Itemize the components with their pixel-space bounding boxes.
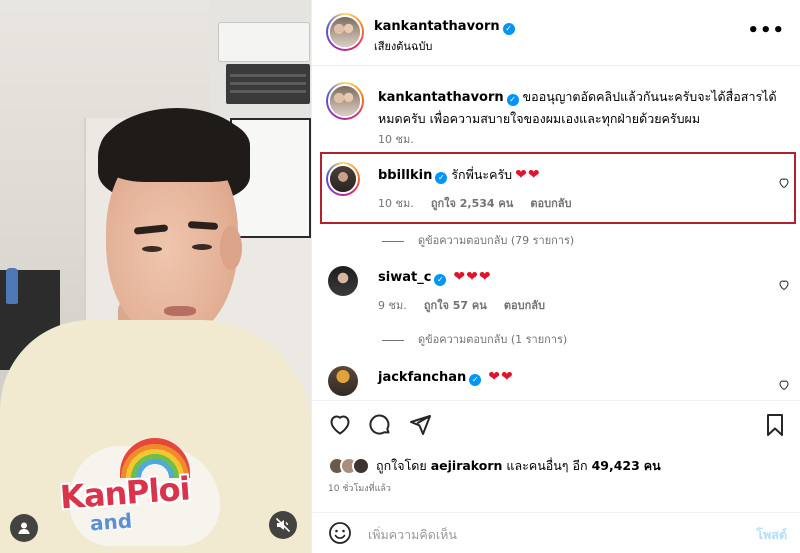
commenter-avatar[interactable]: [326, 162, 360, 196]
emoji-icon: [329, 522, 351, 544]
save-button[interactable]: [764, 413, 786, 441]
caption-body: kankantathavorn ✓ ขออนุญาตอัดคลิปแล้วกันน…: [378, 86, 778, 129]
verified-icon: ✓: [434, 274, 447, 286]
user-icon: [18, 522, 30, 534]
post-actions: ถูกใจโดย aejirakorn และคนอื่นๆ อีก 49,42…: [312, 400, 800, 512]
post-header: kankantathavorn ✓ เสียงต้นฉบับ •••: [312, 0, 800, 66]
audio-label[interactable]: เสียงต้นฉบับ: [374, 37, 432, 55]
bookmark-icon: [767, 414, 783, 436]
post-comment-button[interactable]: โพสต์: [756, 525, 787, 545]
share-button[interactable]: [408, 413, 432, 441]
comment-username[interactable]: bbillkin: [378, 168, 432, 183]
heart-outline-icon: [779, 280, 789, 291]
comment-item: siwat_c ✓ ❤❤❤ 9 ชม. ถูกใจ 57 คน ตอบกลับ: [326, 264, 796, 314]
comment-time[interactable]: 9 ชม.: [378, 299, 407, 312]
comment-body: siwat_c ✓ ❤❤❤: [378, 268, 492, 287]
heart-emoji: ❤❤❤: [453, 269, 492, 285]
comment-likes[interactable]: ถูกใจ 57 คน: [424, 299, 487, 312]
person-ear: [220, 226, 242, 270]
person-hair-top: [100, 112, 250, 182]
commenter-avatar[interactable]: [328, 366, 358, 396]
send-icon: [410, 415, 431, 435]
person-eye-right: [192, 244, 212, 250]
likes-count[interactable]: 49,423: [592, 458, 640, 473]
comment-body: bbillkin ✓ รักพี่นะครับ ❤❤: [378, 166, 541, 185]
comment-item: jackfanchan ✓ ❤❤: [326, 364, 796, 398]
replies-line: [382, 339, 404, 341]
comment-input[interactable]: เพิ่มความคิดเห็น: [368, 525, 457, 545]
view-replies-button[interactable]: ดูข้อความตอบกลับ (1 รายการ): [382, 330, 567, 348]
replies-line: [382, 240, 404, 242]
comment-likes[interactable]: ถูกใจ 2,534 คน: [431, 197, 513, 210]
like-comment-button[interactable]: [778, 174, 790, 193]
heart-outline-icon: [779, 380, 789, 391]
like-comment-button[interactable]: [778, 276, 790, 295]
comment-time[interactable]: 10 ชม.: [378, 197, 414, 210]
commenter-avatar[interactable]: [328, 266, 358, 296]
comment-text: รักพี่นะครับ: [451, 167, 513, 182]
speaker-muted-icon: [275, 517, 291, 533]
likes-summary: ถูกใจโดย aejirakorn และคนอื่นๆ อีก 49,42…: [328, 456, 661, 476]
post-time-ago[interactable]: 10 ชั่วโมงที่แล้ว: [328, 481, 391, 495]
likes-suffix: คน: [643, 458, 661, 473]
tagged-user-button[interactable]: [10, 514, 38, 542]
author-avatar[interactable]: [326, 13, 364, 51]
likes-text[interactable]: ถูกใจโดย aejirakorn และคนอื่นๆ อีก 49,42…: [376, 456, 661, 476]
author-username[interactable]: kankantathavorn: [374, 19, 500, 34]
verified-icon: ✓: [506, 94, 519, 106]
heart-emoji: ❤❤: [488, 369, 514, 385]
air-conditioner-unit: [226, 64, 310, 104]
like-button[interactable]: [328, 413, 352, 441]
verified-icon: ✓: [469, 374, 482, 386]
heart-outline-icon: [779, 178, 789, 189]
add-comment-bar: เพิ่มความคิดเห็น โพสต์: [312, 512, 800, 553]
emoji-button[interactable]: [328, 521, 352, 549]
comment-body: jackfanchan ✓ ❤❤: [378, 368, 514, 387]
view-replies-button[interactable]: ดูข้อความตอบกลับ (79 รายการ): [382, 231, 574, 249]
verified-icon: ✓: [502, 23, 515, 35]
caption-timestamp[interactable]: 10 ชม.: [378, 130, 414, 148]
mute-button[interactable]: [269, 511, 297, 539]
liker-avatar: [352, 457, 370, 475]
heart-icon: [330, 415, 350, 435]
comment-username[interactable]: siwat_c: [378, 270, 431, 285]
caption-username[interactable]: kankantathavorn: [378, 90, 504, 105]
caption-avatar[interactable]: [326, 82, 364, 120]
person-eye-left: [142, 246, 162, 252]
comment-meta: 9 ชม. ถูกใจ 57 คน ตอบกลับ: [378, 294, 557, 314]
comment-icon: [369, 414, 390, 435]
verified-icon: ✓: [435, 172, 448, 184]
comment-username[interactable]: jackfanchan: [378, 370, 466, 385]
likes-user[interactable]: aejirakorn: [431, 458, 503, 473]
view-replies-label: ดูข้อความตอบกลับ (79 รายการ): [418, 234, 575, 247]
air-conditioner: [218, 22, 310, 62]
comment-item: bbillkin ✓ รักพี่นะครับ ❤❤ 10 ชม. ถูกใจ 2,…: [326, 162, 796, 222]
like-comment-button[interactable]: [778, 376, 790, 395]
more-options-icon[interactable]: •••: [747, 22, 785, 40]
author-name-row: kankantathavorn ✓: [374, 15, 515, 35]
reply-button[interactable]: ตอบกลับ: [504, 299, 545, 312]
likes-prefix: ถูกใจโดย: [376, 458, 427, 473]
view-replies-label: ดูข้อความตอบกลับ (1 รายการ): [418, 333, 568, 346]
likes-middle: และคนอื่นๆ อีก: [506, 458, 588, 473]
comment-meta: 10 ชม. ถูกใจ 2,534 คน ตอบกลับ: [378, 192, 584, 212]
water-bottle: [6, 268, 18, 304]
person-mouth: [164, 306, 196, 316]
comment-button[interactable]: [368, 413, 392, 441]
video-player[interactable]: KanPloi and: [0, 0, 311, 553]
heart-emoji: ❤❤: [515, 167, 541, 183]
post-panel: kankantathavorn ✓ เสียงต้นฉบับ ••• kankan…: [311, 0, 800, 553]
reply-button[interactable]: ตอบกลับ: [530, 197, 571, 210]
shirt-print-text-2: and: [89, 508, 133, 536]
